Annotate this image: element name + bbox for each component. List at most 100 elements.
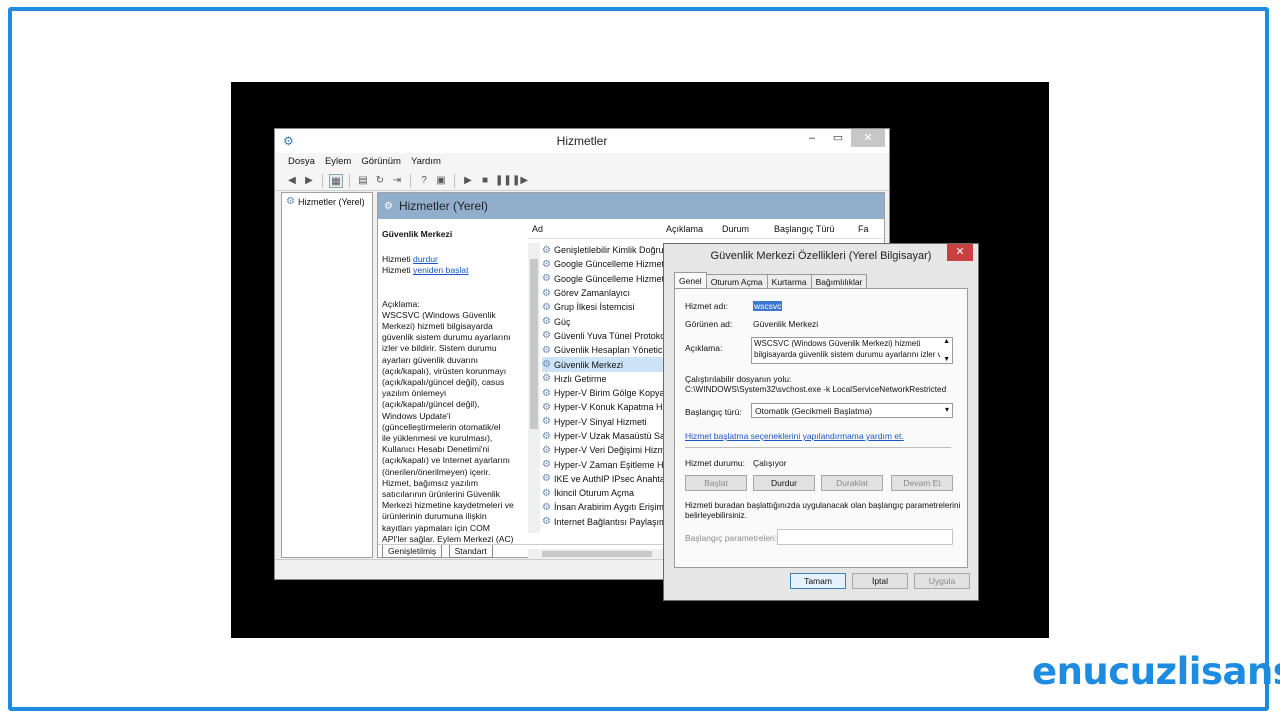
properties-icon[interactable]: ▤ — [356, 174, 370, 188]
forward-arrow-icon[interactable]: ▶ — [302, 174, 316, 188]
ok-button[interactable]: Tamam — [790, 573, 846, 589]
description-text: WSCSVC (Windows Güvenlik Merkezi) hizmeti… — [382, 310, 522, 545]
description-line: (açık/kapalı) ve Internet ayarlarını — [382, 455, 511, 466]
description-line: (güncelleştirmelerin otomatik/el — [382, 421, 501, 432]
startup-type-label: Başlangıç türü: — [685, 407, 742, 417]
description-line: Merkezi hizmetine kaydetmeleri ve — [382, 500, 514, 511]
description-line: Hizmet, bağımsız yazılım — [382, 477, 478, 488]
menu-eylem[interactable]: Eylem — [320, 153, 356, 171]
service-row[interactable]: ⚙ Genişletilebilir Kimlik Doğru... — [542, 243, 675, 257]
service-row[interactable]: ⚙ Hyper-V Uzak Masaüstü Sa... — [542, 429, 675, 443]
column-name[interactable]: Ad — [528, 219, 662, 238]
display-name-value[interactable]: Güvenlik Merkezi — [753, 319, 818, 329]
tab-extended[interactable]: Genişletilmiş — [382, 545, 443, 558]
stop-button[interactable]: Durdur — [753, 475, 815, 491]
service-row[interactable]: ⚙ Grup İlkesi İstemcisi — [542, 300, 675, 314]
description-line: güvenlik sistem durumu ayarlarını — [382, 332, 511, 343]
service-name: Hyper-V Sinyal Hizmeti — [553, 416, 647, 427]
column-description[interactable]: Açıklama — [662, 219, 718, 238]
console-icon[interactable]: ▣ — [434, 174, 448, 188]
description-line: Windows Update'i — [382, 410, 451, 421]
close-icon[interactable]: ✕ — [851, 129, 885, 147]
service-row[interactable]: ⚙ Hyper-V Konuk Kapatma Hi... — [542, 400, 675, 414]
description-line: (açık/kapalı), virüsten korunmayı — [382, 365, 507, 376]
service-row[interactable]: ⚙ Görev Zamanlayıcı — [542, 286, 675, 300]
service-row[interactable]: ⚙ Google Güncelleme Hizmet... — [542, 257, 675, 271]
service-row[interactable]: ⚙ IKE ve AuthIP IPsec Anahtar... — [542, 472, 675, 486]
apply-button[interactable]: Uygula — [914, 573, 970, 589]
service-name-value[interactable]: wscsvc — [753, 301, 783, 311]
pause-button[interactable]: Duraklat — [821, 475, 883, 491]
service-row[interactable]: ⚙ Hyper-V Veri Değişimi Hizm... — [542, 443, 675, 457]
service-name: İnsan Arabirim Aygıtı Erişimi — [553, 502, 666, 513]
description-line: (açık/kapalı/güncel değil), casus — [382, 377, 505, 388]
service-row[interactable]: ⚙ Internet Bağlantısı Paylaşım... — [542, 515, 675, 529]
column-logon[interactable]: Fa — [854, 219, 874, 238]
help-icon[interactable]: ? — [417, 174, 431, 188]
gear-icon: ⚙ — [542, 330, 551, 342]
stop-service-icon[interactable]: ■ — [478, 174, 492, 188]
tab-logon[interactable]: Oturum Açma — [705, 274, 768, 289]
toolbar: ◀ ▶ ▦ ▤ ↻ ⇥ ? ▣ ▶ ■ ❚❚ ❚▶ — [275, 171, 889, 191]
back-arrow-icon[interactable]: ◀ — [285, 174, 299, 188]
start-button[interactable]: Başlat — [685, 475, 747, 491]
close-icon[interactable]: ✕ — [947, 244, 973, 261]
refresh-icon[interactable]: ↻ — [373, 174, 387, 188]
service-row[interactable]: ⚙ Güvenli Yuva Tünel Protoko... — [542, 329, 675, 343]
gear-icon: ⚙ — [542, 301, 551, 313]
exe-path-value: C:\WINDOWS\System32\svchost.exe -k Local… — [685, 385, 947, 394]
service-row[interactable]: ⚙ Güvenlik Merkezi — [542, 357, 675, 372]
service-row[interactable]: ⚙ Güvenlik Hesapları Yönetici... — [542, 343, 675, 357]
tab-general[interactable]: Genel — [674, 272, 707, 289]
description-line: yazılım önlemeyi — [382, 388, 446, 399]
description-line: satıcılarının ürünlerini Güvenlik — [382, 489, 500, 500]
scroll-down-icon[interactable]: ▼ — [943, 356, 950, 363]
stop-service-link[interactable]: durdur — [413, 254, 438, 264]
brand-logo: enucuzlisans — [1032, 650, 1280, 693]
service-name: İkincil Oturum Açma — [553, 488, 634, 499]
vertical-scrollbar[interactable] — [528, 243, 540, 533]
service-name: Güvenli Yuva Tünel Protoko... — [553, 330, 673, 341]
description-line: (önerilen/önerilmeyen) içerir. — [382, 466, 491, 477]
description-field[interactable]: WSCSVC (Windows Güvenlik Merkezi) hizmet… — [751, 337, 953, 364]
tab-recovery[interactable]: Kurtarma — [766, 274, 812, 289]
panel-header: ⚙ Hizmetler (Yerel) — [378, 193, 884, 219]
service-row[interactable]: ⚙ Hızlı Getirme — [542, 372, 675, 386]
service-row[interactable]: ⚙ Hyper-V Sinyal Hizmeti — [542, 415, 675, 429]
menu-yardim[interactable]: Yardım — [406, 153, 446, 171]
service-row[interactable]: ⚙ İnsan Arabirim Aygıtı Erişimi — [542, 500, 675, 514]
menu-dosya[interactable]: Dosya — [283, 153, 320, 171]
params-input[interactable] — [777, 529, 953, 545]
startup-type-select[interactable]: Otomatik (Gecikmeli Başlatma) ▾ — [751, 403, 953, 418]
column-status[interactable]: Durum — [718, 219, 770, 238]
description-label: Açıklama: — [382, 298, 420, 309]
resume-button[interactable]: Devam Et — [891, 475, 953, 491]
restart-service-link[interactable]: yeniden başlat — [413, 265, 468, 275]
pause-service-icon[interactable]: ❚❚ — [495, 174, 512, 188]
description-line: WSCSVC (Windows Güvenlik — [382, 309, 496, 320]
scroll-up-icon[interactable]: ▲ — [943, 338, 950, 345]
maximize-icon[interactable]: ▭ — [825, 129, 851, 147]
restart-service-icon[interactable]: ❚▶ — [512, 174, 528, 188]
tab-standard[interactable]: Standart — [448, 545, 493, 558]
service-name: Görev Zamanlayıcı — [553, 288, 630, 299]
service-description-pane: Güvenlik Merkezi Hizmeti durdur Hizmeti … — [382, 229, 522, 545]
gear-icon: ⚙ — [542, 273, 551, 285]
start-service-icon[interactable]: ▶ — [461, 174, 475, 188]
show-tree-icon[interactable]: ▦ — [329, 173, 343, 188]
description-line: (açık/kapalı/güncel değil), — [382, 399, 480, 410]
help-configure-link[interactable]: Hizmet başlatma seçeneklerini yapılandır… — [685, 431, 904, 441]
service-row[interactable]: ⚙ Hyper-V Birim Gölge Kopya... — [542, 386, 675, 400]
service-row[interactable]: ⚙ Güç — [542, 314, 675, 328]
service-row[interactable]: ⚙ Google Güncelleme Hizmet... — [542, 272, 675, 286]
service-row[interactable]: ⚙ İkincil Oturum Açma — [542, 486, 675, 500]
export-list-icon[interactable]: ⇥ — [390, 174, 404, 188]
service-status-label: Hizmet durumu: — [685, 458, 745, 468]
service-row[interactable]: ⚙ Hyper-V Zaman Eşitleme Hi... — [542, 457, 675, 471]
tree-item-services-local[interactable]: ⚙ Hizmetler (Yerel) — [286, 196, 368, 207]
minimize-icon[interactable]: – — [799, 129, 825, 147]
cancel-button[interactable]: İptal — [852, 573, 908, 589]
tab-dependencies[interactable]: Bağımlılıklar — [810, 274, 868, 289]
column-startup-type[interactable]: Başlangıç Türü — [770, 219, 854, 238]
menu-gorunum[interactable]: Görünüm — [356, 153, 406, 171]
